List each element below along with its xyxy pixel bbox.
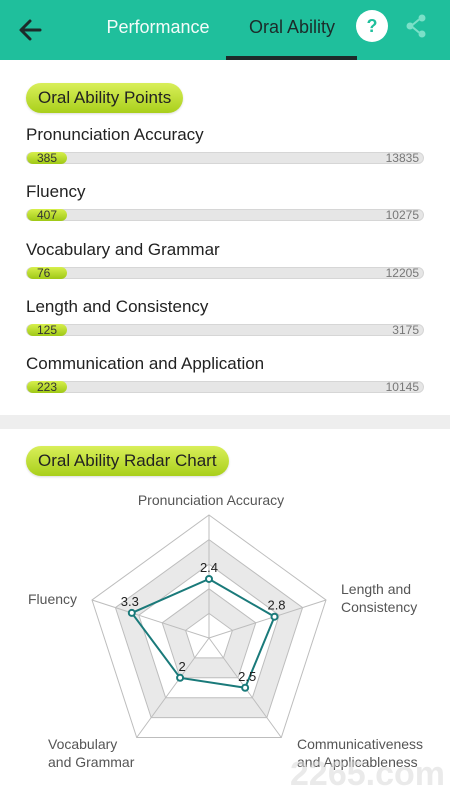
section-title-oral-ability-points: Oral Ability Points <box>26 83 184 113</box>
progress-bar: 407 10275 <box>26 208 424 222</box>
tab-performance[interactable]: Performance <box>98 0 218 60</box>
top-app-bar: Performance Oral Ability ? <box>0 0 450 60</box>
help-button[interactable]: ? <box>356 10 388 42</box>
radar-point <box>127 608 136 617</box>
progress-max: 3175 <box>392 323 419 337</box>
radar-value-label: 3.3 <box>121 594 139 609</box>
radar-axis-label: Communicativeness <box>297 736 423 752</box>
watermark: 2265.com <box>290 755 445 792</box>
progress-bar: 76 12205 <box>26 266 424 280</box>
radar-axis-label: and Grammar <box>48 754 135 770</box>
section-divider <box>0 415 450 429</box>
progress-value: 125 <box>37 323 58 337</box>
radar-point <box>241 683 250 692</box>
radar-axis-label: Pronunciation Accuracy <box>138 492 284 508</box>
tab-oral-ability[interactable]: Oral Ability <box>228 0 356 60</box>
metric-label: Fluency <box>26 182 86 201</box>
radar-value-label: 2.5 <box>238 669 256 684</box>
radar-axis-label: Length and <box>341 581 411 597</box>
active-tab-indicator <box>226 56 357 60</box>
progress-max: 10145 <box>385 380 419 394</box>
progress-max: 12205 <box>385 266 419 280</box>
radar-point <box>176 673 185 682</box>
radar-value-label: 2.4 <box>200 560 218 575</box>
radar-axis-label: Consistency <box>341 599 417 615</box>
radar-value-label: 2 <box>178 659 185 674</box>
share-icon[interactable] <box>402 12 430 40</box>
progress-bar: 385 13835 <box>26 151 424 165</box>
progress-bar: 125 3175 <box>26 323 424 337</box>
metric-label: Pronunciation Accuracy <box>26 125 204 144</box>
progress-value: 407 <box>37 208 58 222</box>
progress-max: 13835 <box>385 151 419 165</box>
back-arrow-icon[interactable] <box>14 12 50 48</box>
progress-value: 76 <box>37 266 51 280</box>
progress-value: 223 <box>37 380 58 394</box>
radar-axis-label: Vocabulary <box>48 736 117 752</box>
progress-max: 10275 <box>385 208 419 222</box>
radar-point <box>270 612 279 621</box>
progress-value: 385 <box>37 151 58 165</box>
section-title-radar-chart: Oral Ability Radar Chart <box>26 446 229 476</box>
metric-label: Communication and Application <box>26 354 265 373</box>
radar-axis-label: Fluency <box>28 591 77 607</box>
radar-value-label: 2.8 <box>267 598 285 613</box>
progress-bar: 223 10145 <box>26 380 424 394</box>
metric-label: Vocabulary and Grammar <box>26 240 220 259</box>
metric-label: Length and Consistency <box>26 297 209 316</box>
radar-point <box>205 574 213 583</box>
radar-chart: 2.4 2.8 2.5 2 3.3 Pronunciation Accuracy Lengt… <box>28 492 445 792</box>
